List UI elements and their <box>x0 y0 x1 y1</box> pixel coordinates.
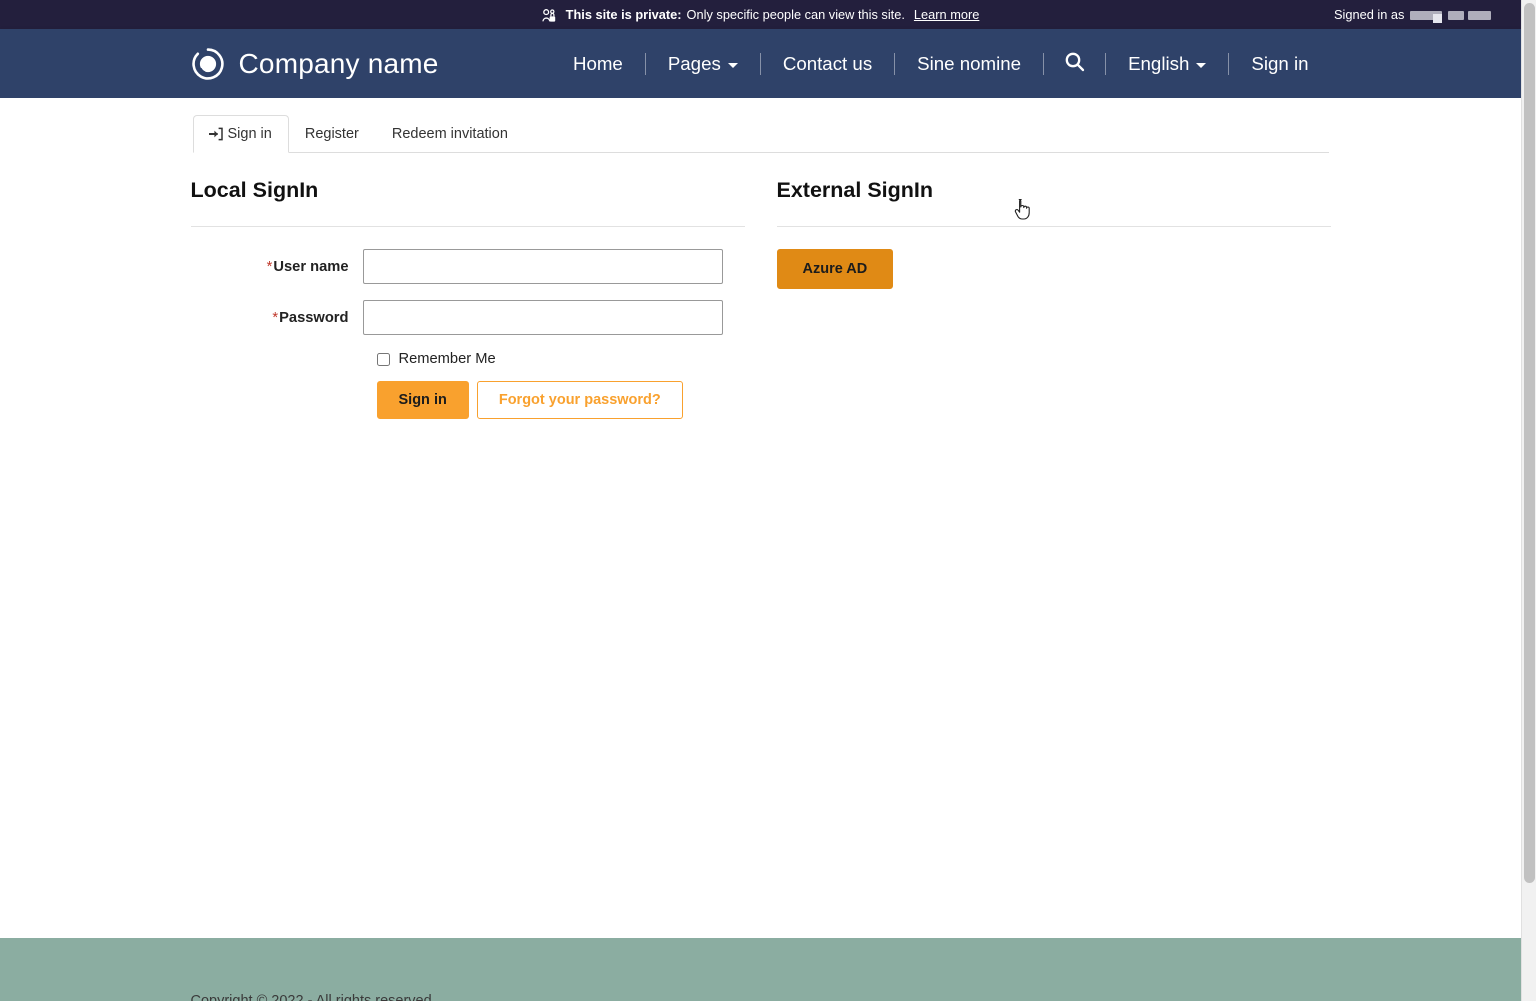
forgot-password-button[interactable]: Forgot your password? <box>476 381 683 419</box>
private-banner-text: Only specific people can view this site. <box>686 7 905 22</box>
password-row: *Password <box>191 300 745 335</box>
signed-in-user-redacted <box>1410 0 1491 29</box>
password-label: *Password <box>191 310 363 326</box>
nav-item-home-label: Home <box>572 52 623 74</box>
tab-register[interactable]: Register <box>289 115 376 153</box>
remember-me-row: Remember Me <box>376 351 745 367</box>
nav-item-pages-label: Pages <box>667 52 721 74</box>
nav-item-contact-us[interactable]: Contact us <box>761 53 894 75</box>
search-icon <box>1064 51 1085 77</box>
page-scrollbar[interactable] <box>1521 0 1536 1001</box>
tab-redeem-invitation[interactable]: Redeem invitation <box>376 115 525 153</box>
password-label-text: Password <box>279 309 349 326</box>
sign-in-arrow-icon <box>208 127 223 141</box>
private-banner-strong: This site is private: <box>565 7 682 22</box>
tab-sign-in-label: Sign in <box>227 126 272 142</box>
nav-sign-in-link[interactable]: Sign in <box>1229 53 1330 75</box>
nav-sign-in-label: Sign in <box>1251 52 1309 74</box>
nav-item-pages[interactable]: Pages <box>646 53 760 75</box>
chevron-down-icon <box>1196 63 1207 68</box>
company-ring-logo-icon <box>191 47 225 81</box>
nav-language-label: English <box>1128 52 1190 74</box>
chevron-down-icon <box>727 63 738 68</box>
brand-name: Company name <box>238 47 439 79</box>
nav-search-button[interactable] <box>1044 51 1105 77</box>
tab-sign-in[interactable]: Sign in <box>192 115 289 153</box>
nav-language-selector[interactable]: English <box>1106 53 1228 75</box>
username-row: *User name <box>191 249 745 284</box>
signed-in-as: Signed in as <box>1334 0 1491 29</box>
remember-me-checkbox[interactable] <box>376 352 390 366</box>
signin-button-row: Sign in Forgot your password? <box>376 381 745 419</box>
scrollbar-thumb[interactable] <box>1524 3 1535 883</box>
top-navigation-bar: Company name Home Pages Contact us Sine … <box>0 29 1521 98</box>
nav-item-contact-us-label: Contact us <box>782 52 873 74</box>
private-site-banner-message: This site is private: Only specific peop… <box>541 0 979 29</box>
azure-ad-signin-button[interactable]: Azure AD <box>776 249 894 289</box>
sign-in-submit-button[interactable]: Sign in <box>376 381 469 419</box>
footer-copyright: Copyright © 2022 - All rights reserved <box>190 993 432 1001</box>
password-input[interactable] <box>362 300 723 335</box>
tab-redeem-invitation-label: Redeem invitation <box>391 126 508 142</box>
people-lock-icon <box>541 8 559 23</box>
nav-item-sine-nomine-label: Sine nomine <box>917 52 1022 74</box>
username-label-text: User name <box>273 258 349 275</box>
signin-columns: Local SignIn *User name *Password Rememb… <box>190 177 1331 419</box>
local-signin-panel: Local SignIn *User name *Password Rememb… <box>190 177 745 419</box>
nav-item-sine-nomine[interactable]: Sine nomine <box>895 53 1043 75</box>
divider <box>190 226 745 227</box>
divider <box>776 226 1331 227</box>
username-label: *User name <box>191 259 363 275</box>
tab-register-label: Register <box>304 126 359 142</box>
required-marker: * <box>266 258 273 275</box>
signin-tabs: Sign in Register Redeem invitation <box>192 115 1329 153</box>
page-footer: Copyright © 2022 - All rights reserved <box>0 938 1521 1001</box>
learn-more-link[interactable]: Learn more <box>914 0 979 29</box>
remember-me-label[interactable]: Remember Me <box>399 351 496 367</box>
private-site-banner: This site is private: Only specific peop… <box>0 0 1521 29</box>
local-signin-title: Local SignIn <box>190 178 319 202</box>
external-signin-title: External SignIn <box>776 178 934 202</box>
page-root: This site is private: Only specific peop… <box>0 0 1536 1001</box>
external-signin-panel: External SignIn Azure AD <box>776 177 1331 419</box>
required-marker: * <box>272 309 279 326</box>
username-input[interactable] <box>362 249 723 284</box>
signin-actions: Remember Me Sign in Forgot your password… <box>376 351 745 419</box>
main-content: Sign in Register Redeem invitation Local… <box>0 98 1521 938</box>
brand-home-link[interactable]: Company name <box>191 47 439 81</box>
nav-links: Home Pages Contact us Sine nomine Englis… <box>551 29 1331 98</box>
nav-item-home[interactable]: Home <box>551 53 645 75</box>
signed-in-as-label: Signed in as <box>1334 7 1405 22</box>
